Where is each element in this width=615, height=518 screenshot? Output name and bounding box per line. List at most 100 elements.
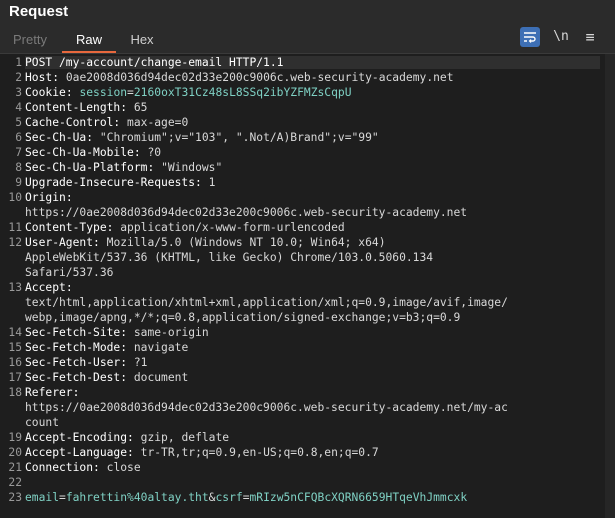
header-colon: :	[120, 356, 128, 369]
line-number: 4	[15, 101, 22, 114]
cookie-value: 2160oxT31Cz48sL8SSq2ibYZFMZsCqpU	[133, 86, 352, 99]
header-value: tr-TR,tr;q=0.9,en-US;q=0.8,en;q=0.7	[140, 446, 379, 459]
header-name: Cache-Control	[25, 116, 114, 129]
request-text: POST /my-account/change-email HTTP/1.1	[25, 56, 284, 69]
header-value: ?1	[133, 356, 148, 369]
wrapped-line: count	[25, 416, 60, 429]
header-colon: :	[120, 326, 128, 339]
line-number: 7	[15, 146, 22, 159]
request-line-14: Sec-Fetch-Site: same-origin	[25, 326, 209, 339]
line-number: 23	[8, 491, 22, 504]
header-value: same-origin	[133, 326, 209, 339]
header-value: application/x-www-form-urlencoded	[120, 221, 345, 234]
wrapped-line: https://0ae2008d036d94dec02d33e200c9006c…	[25, 206, 468, 219]
header-name: Origin	[25, 191, 66, 204]
request-line-16: Sec-Fetch-User: ?1	[25, 356, 147, 369]
line-number: 18	[8, 386, 22, 399]
header-colon: :	[93, 236, 100, 249]
header-colon: :	[86, 131, 94, 144]
header-value: "Chromium";v="103", ".Not/A)Brand";v="99…	[99, 131, 379, 144]
line-number: 11	[8, 221, 22, 234]
header-colon: :	[127, 446, 134, 459]
request-line-10: Origin:	[25, 191, 73, 204]
header-space	[127, 341, 134, 354]
line-number: 16	[8, 356, 22, 369]
request-line-13: Accept:	[25, 281, 73, 294]
param-value: fahrettin%40altay.tht	[65, 491, 209, 504]
tab-hex[interactable]: Hex	[120, 28, 164, 51]
line-number: 17	[8, 371, 22, 384]
header-name: Accept-Encoding	[25, 431, 128, 444]
header-space	[134, 431, 141, 444]
header-name: Sec-Fetch-Site	[25, 326, 121, 339]
request-line-6: Sec-Ch-Ua: "Chromium";v="103", ".Not/A)B…	[25, 131, 379, 144]
line-number: 14	[8, 326, 22, 339]
header-value: ?0	[147, 146, 162, 159]
request-line-17: Sec-Fetch-Dest: document	[25, 371, 188, 384]
header-name: Accept	[25, 281, 66, 294]
request-line-19: Accept-Encoding: gzip, deflate	[25, 431, 229, 444]
line-number: 6	[15, 131, 22, 144]
request-line-15: Sec-Fetch-Mode: navigate	[25, 341, 188, 354]
request-line-18: Referer:	[25, 386, 79, 399]
header-space	[127, 371, 134, 384]
param-value: mRIzw5nCFQBcXQRN6659HTqeVhJmmcxk	[249, 491, 468, 504]
cookie-name: session	[79, 86, 128, 99]
header-colon: :	[120, 101, 128, 114]
header-colon: :	[120, 341, 128, 354]
tab-pretty[interactable]: Pretty	[2, 28, 58, 51]
header-name: Sec-Fetch-Dest	[25, 371, 121, 384]
request-line-12: User-Agent: Mozilla/5.0 (Windows NT 10.0…	[25, 236, 386, 249]
header-value: document	[133, 371, 189, 384]
request-line-7: Sec-Ch-Ua-Mobile: ?0	[25, 146, 161, 159]
raw-request-editor[interactable]: 1 POST /my-account/change-email HTTP/1.1 2…	[0, 53, 615, 518]
line-number: 3	[15, 86, 22, 99]
request-line-21: Connection: close	[25, 461, 141, 474]
header-value: gzip, deflate	[140, 431, 230, 444]
header-colon: :	[72, 386, 80, 399]
word-wrap-toggle[interactable]	[520, 27, 540, 47]
header-name: Accept-Language	[25, 446, 128, 459]
line-number: 1	[15, 56, 22, 69]
line-number: 12	[8, 236, 22, 249]
header-value: close	[106, 461, 141, 474]
tab-raw[interactable]: Raw	[62, 28, 116, 53]
line-number: 5	[15, 116, 22, 129]
header-name: Sec-Fetch-User	[25, 356, 121, 369]
request-line-9: Upgrade-Insecure-Requests: 1	[25, 176, 215, 189]
show-newlines-button[interactable]: \n	[549, 27, 573, 47]
menu-button[interactable]: ≡	[579, 27, 601, 47]
header-value: "Windows"	[161, 161, 223, 174]
header-name: Connection	[25, 461, 94, 474]
header-space	[127, 101, 134, 114]
param-key: email	[25, 491, 60, 504]
wrapped-line: Safari/537.36	[25, 266, 114, 279]
wrap-lines-icon	[524, 32, 536, 43]
header-name: Sec-Ch-Ua	[25, 131, 87, 144]
header-name: Upgrade-Insecure-Requests	[25, 176, 196, 189]
line-number: 21	[8, 461, 22, 474]
line-number: 22	[8, 476, 22, 489]
param-equals: =	[242, 491, 250, 504]
header-name: Sec-Ch-Ua-Mobile	[25, 146, 134, 159]
request-line-20: Accept-Language: tr-TR,tr;q=0.9,en-US;q=…	[25, 446, 379, 459]
line-number: 19	[8, 431, 22, 444]
vertical-scrollbar[interactable]	[605, 54, 615, 518]
header-name: Host	[25, 71, 53, 84]
request-line-23: email=fahrettin%40altay.tht&csrf=mRIzw5n…	[25, 491, 467, 504]
header-name: Sec-Ch-Ua-Platform	[25, 161, 148, 174]
header-colon: :	[65, 191, 73, 204]
header-name: Content-Type	[25, 221, 107, 234]
line-number: 10	[8, 191, 22, 204]
header-colon: :	[195, 176, 202, 189]
request-line-5: Cache-Control: max-age=0	[25, 116, 188, 129]
header-name: Cookie	[25, 86, 66, 99]
header-value: Mozilla/5.0 (Windows NT 10.0; Win64; x64…	[106, 236, 386, 249]
request-line-4: Content-Length: 65	[25, 101, 147, 114]
header-colon: :	[65, 86, 73, 99]
request-line-1: POST /my-account/change-email HTTP/1.1	[25, 56, 600, 69]
line-number: 9	[15, 176, 22, 189]
line-number: 20	[8, 446, 22, 459]
panel-title: Request	[9, 3, 69, 20]
header-space	[134, 446, 141, 459]
